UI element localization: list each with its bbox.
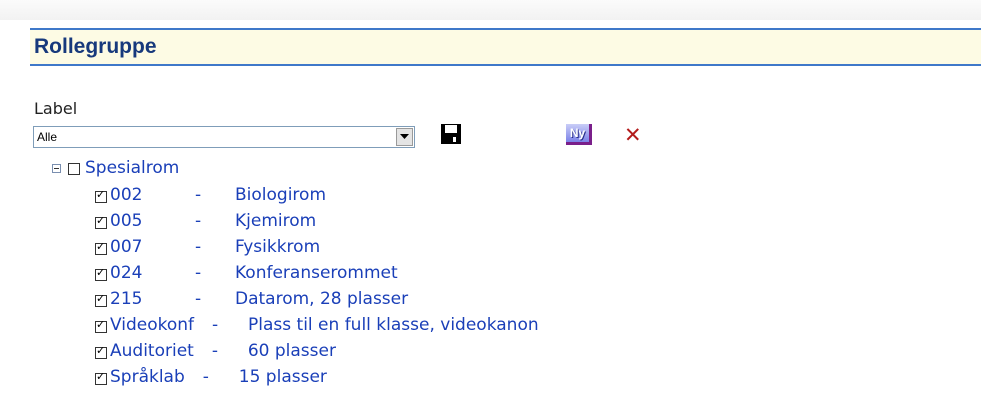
- tree-item-description[interactable]: Fysikkrom: [235, 237, 320, 257]
- tree-item-description[interactable]: Konferanserommet: [235, 263, 398, 283]
- tree-item-separator: -: [195, 263, 202, 283]
- tree-item-separator: -: [195, 289, 202, 309]
- new-item-icon[interactable]: Ny: [566, 124, 592, 145]
- tree-item-code[interactable]: 002: [110, 185, 142, 205]
- tree-item-code[interactable]: 005: [110, 211, 142, 231]
- tree-item-checkbox[interactable]: [95, 344, 107, 359]
- tree-root-label[interactable]: Spesialrom: [85, 158, 179, 178]
- delete-x-icon[interactable]: ✕: [624, 124, 642, 146]
- tree-item-code[interactable]: 007: [110, 237, 142, 257]
- tree-item-description[interactable]: Datarom, 28 plasser: [235, 289, 408, 309]
- tree-item-checkbox[interactable]: [95, 188, 107, 203]
- tree-item-code[interactable]: Språklab: [110, 367, 185, 387]
- page-title: Rollegruppe: [34, 35, 157, 58]
- tree-item-checkbox[interactable]: [95, 214, 107, 229]
- tree-item-checkbox[interactable]: [95, 292, 107, 307]
- tree-item-checkbox[interactable]: [95, 318, 107, 333]
- label-caption: Label: [34, 99, 78, 118]
- top-shade: [0, 0, 981, 20]
- select-value: Alle: [37, 130, 58, 144]
- label-select[interactable]: Alle: [33, 126, 415, 148]
- tree-item-separator: -: [195, 237, 202, 257]
- floppy-disk-icon[interactable]: [440, 123, 462, 145]
- tree-item-code[interactable]: Videokonf: [110, 315, 194, 335]
- tree-item-separator: -: [202, 367, 209, 387]
- tree-item-separator: -: [195, 211, 202, 231]
- tree-item-description[interactable]: Biologirom: [235, 185, 326, 205]
- tree-item-code[interactable]: Auditoriet: [110, 341, 194, 361]
- tree-item-checkbox[interactable]: [95, 240, 107, 255]
- tree-item-checkbox[interactable]: [95, 370, 107, 385]
- root-checkbox[interactable]: [68, 163, 80, 175]
- tree-item-separator: -: [212, 315, 219, 335]
- tree-item-code[interactable]: 024: [110, 263, 142, 283]
- tree-item-code[interactable]: 215: [110, 289, 142, 309]
- tree-item-description[interactable]: Kjemirom: [235, 211, 316, 231]
- section-header: Rollegruppe: [30, 28, 981, 66]
- tree-item-separator: -: [195, 185, 202, 205]
- tree-item-description[interactable]: 60 plasser: [248, 341, 336, 361]
- tree-item-separator: -: [211, 341, 218, 361]
- tree-item-description[interactable]: Plass til en full klasse, videokanon: [248, 315, 539, 335]
- chevron-down-icon[interactable]: [396, 128, 413, 146]
- tree-collapse-icon[interactable]: [52, 164, 61, 173]
- tree-item-description[interactable]: 15 plasser: [239, 367, 327, 387]
- tree-item-checkbox[interactable]: [95, 266, 107, 281]
